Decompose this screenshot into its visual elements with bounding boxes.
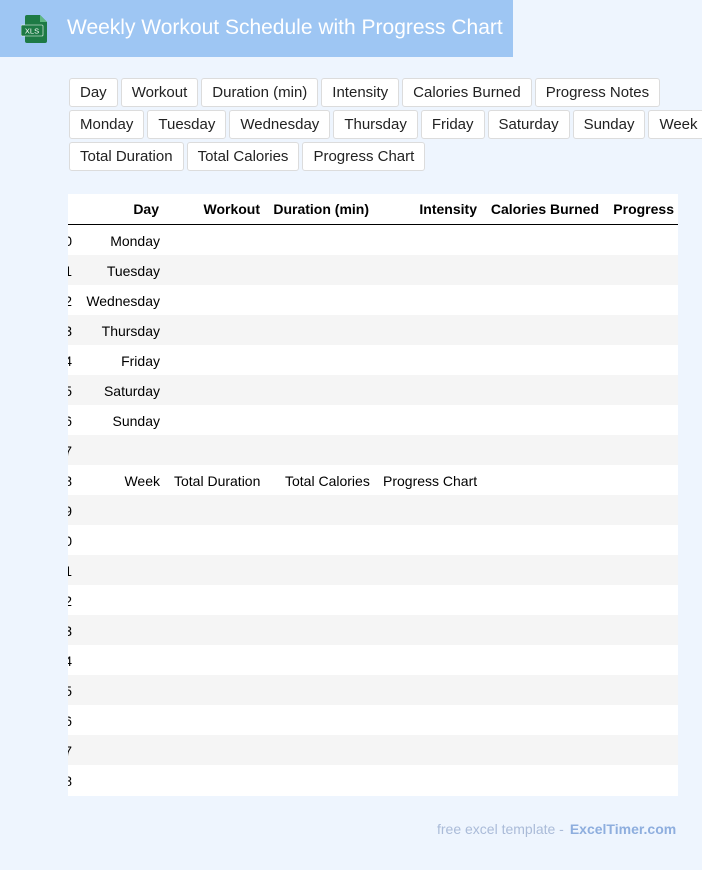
- field-chip[interactable]: Friday: [420, 110, 485, 139]
- row-index: 0: [68, 533, 72, 549]
- row-index: 9: [68, 503, 72, 519]
- footer-brand-link[interactable]: ExcelTimer.com: [570, 821, 676, 837]
- row-index: 4: [68, 353, 72, 369]
- field-chip[interactable]: Day: [69, 78, 118, 107]
- row-index: 2: [68, 593, 72, 609]
- field-chip[interactable]: Week: [648, 110, 702, 139]
- table-row[interactable]: 0: [68, 525, 678, 555]
- table-row[interactable]: 0 Monday: [68, 225, 678, 255]
- footer-credit: free excel template - ExcelTimer.com: [437, 821, 676, 837]
- day-cell[interactable]: Sunday: [113, 413, 160, 429]
- row-index: 3: [68, 623, 72, 639]
- day-cell[interactable]: Tuesday: [107, 263, 160, 279]
- row-index: 4: [68, 653, 72, 669]
- table-row[interactable]: 4: [68, 645, 678, 675]
- field-chips: Day Workout Duration (min) Intensity Calorie…: [69, 78, 702, 174]
- table-row[interactable]: 2: [68, 585, 678, 615]
- column-header-intensity[interactable]: Intensity: [419, 201, 477, 217]
- row-index: 8: [68, 773, 72, 789]
- table-row[interactable]: 6 Sunday: [68, 405, 678, 435]
- table-row[interactable]: 8 Week Total Duration Total Calories Progres…: [68, 465, 678, 495]
- field-chip[interactable]: Intensity: [321, 78, 400, 107]
- chip-row: Total Duration Total Calories Progress Cha…: [69, 142, 694, 171]
- icon-label: XLS: [25, 27, 39, 36]
- table-row[interactable]: 6: [68, 705, 678, 735]
- table-row[interactable]: 7: [68, 435, 678, 465]
- row-index: 7: [68, 443, 72, 459]
- table-row[interactable]: 3 Thursday: [68, 315, 678, 345]
- row-index: 1: [68, 563, 72, 579]
- field-chip[interactable]: Thursday: [333, 110, 418, 139]
- row-index: 0: [68, 233, 72, 249]
- chip-row: Day Workout Duration (min) Intensity Calorie…: [69, 78, 694, 107]
- day-cell[interactable]: Saturday: [104, 383, 160, 399]
- chip-row: Monday Tuesday Wednesday Thursday Friday Satu…: [69, 110, 702, 139]
- column-header-calories[interactable]: Calories Burned: [491, 201, 599, 217]
- field-chip[interactable]: Calories Burned: [402, 78, 532, 107]
- intensity-cell[interactable]: Progress Chart: [383, 473, 477, 489]
- row-index: 2: [68, 293, 72, 309]
- day-cell[interactable]: Monday: [110, 233, 160, 249]
- field-chip[interactable]: Monday: [69, 110, 145, 139]
- table-row[interactable]: 1 Tuesday: [68, 255, 678, 285]
- row-index: 8: [68, 473, 72, 489]
- title-bar: XLS Weekly Workout Schedule with Progres…: [0, 0, 513, 57]
- field-chip[interactable]: Duration (min): [201, 78, 319, 107]
- duration-cell[interactable]: Total Calories: [285, 473, 370, 489]
- field-chip[interactable]: Progress Notes: [534, 78, 661, 107]
- day-cell[interactable]: Wednesday: [86, 293, 160, 309]
- field-chip[interactable]: Workout: [120, 78, 199, 107]
- row-index: 1: [68, 263, 72, 279]
- field-chip[interactable]: Progress Chart: [302, 142, 426, 171]
- page-title: Weekly Workout Schedule with Progress Ch…: [67, 16, 503, 39]
- column-header-progress[interactable]: Progress: [613, 201, 674, 217]
- row-index: 7: [68, 743, 72, 759]
- excel-file-icon: XLS: [21, 15, 47, 43]
- table-row[interactable]: 1: [68, 555, 678, 585]
- day-cell[interactable]: Thursday: [102, 323, 160, 339]
- day-cell[interactable]: Friday: [121, 353, 160, 369]
- table-row[interactable]: 9: [68, 495, 678, 525]
- table-row[interactable]: 2 Wednesday: [68, 285, 678, 315]
- table-row[interactable]: 8: [68, 765, 678, 795]
- row-index: 5: [68, 683, 72, 699]
- table-header: Day Workout Duration (min) Intensity Cal…: [68, 194, 678, 225]
- table-row[interactable]: 3: [68, 615, 678, 645]
- column-header-duration[interactable]: Duration (min): [273, 201, 369, 217]
- field-chip[interactable]: Total Duration: [69, 142, 184, 171]
- field-chip[interactable]: Total Calories: [186, 142, 300, 171]
- row-index: 5: [68, 383, 72, 399]
- row-index: 6: [68, 413, 72, 429]
- field-chip[interactable]: Sunday: [572, 110, 646, 139]
- column-header-workout[interactable]: Workout: [203, 201, 260, 217]
- table-row[interactable]: 4 Friday: [68, 345, 678, 375]
- row-index: 3: [68, 323, 72, 339]
- field-chip[interactable]: Tuesday: [147, 110, 227, 139]
- table-row[interactable]: 7: [68, 735, 678, 765]
- day-cell[interactable]: Week: [124, 473, 160, 489]
- table-row[interactable]: 5 Saturday: [68, 375, 678, 405]
- field-chip[interactable]: Wednesday: [229, 110, 331, 139]
- table-row[interactable]: 5: [68, 675, 678, 705]
- footer-text: free excel template -: [437, 821, 564, 837]
- spreadsheet-table: Day Workout Duration (min) Intensity Cal…: [68, 194, 678, 796]
- field-chip[interactable]: Saturday: [487, 110, 570, 139]
- row-index: 6: [68, 713, 72, 729]
- workout-cell[interactable]: Total Duration: [174, 473, 260, 489]
- column-header-day[interactable]: Day: [133, 201, 159, 217]
